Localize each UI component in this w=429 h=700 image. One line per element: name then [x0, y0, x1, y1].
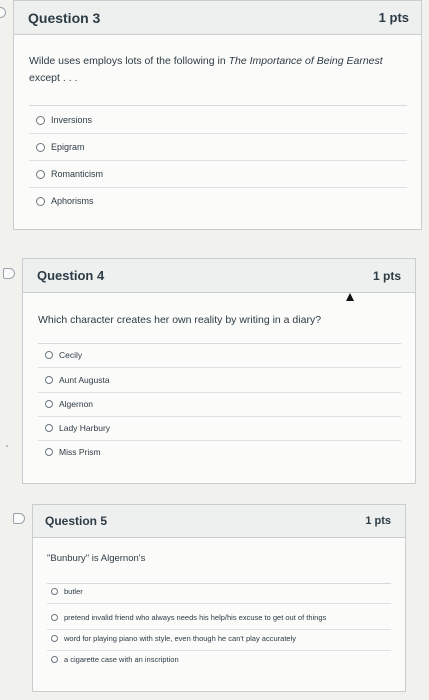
answer-divider: [38, 367, 401, 368]
question-3-flag-icon[interactable]: [0, 7, 6, 18]
answer-label: Algernon: [59, 399, 94, 409]
radio-button[interactable]: [36, 169, 45, 179]
answer-divider: [29, 187, 407, 188]
answer-divider: [29, 160, 407, 161]
radio-button[interactable]: [36, 196, 45, 206]
question-4-answer[interactable]: Lady Harbury: [45, 423, 110, 433]
question-5-card: Question 5 1 pts "Bunbury" is Algernon's…: [32, 504, 406, 692]
mouse-pointer-icon: [346, 293, 354, 301]
radio-button[interactable]: [45, 424, 53, 432]
radio-button[interactable]: [36, 115, 45, 125]
radio-button[interactable]: [51, 588, 58, 595]
radio-button[interactable]: [51, 635, 58, 642]
question-5-answer[interactable]: butler: [51, 587, 83, 596]
question-3-answer[interactable]: Aphorisms: [36, 196, 94, 206]
answer-label: Lady Harbury: [59, 423, 111, 433]
question-3-answer[interactable]: Inversions: [36, 115, 92, 125]
answer-label: pretend invalid friend who always needs …: [64, 613, 327, 622]
question-5-text: "Bunbury" is Algernon's: [47, 553, 146, 564]
answer-label: butler: [64, 587, 83, 596]
radio-button[interactable]: [51, 656, 58, 663]
question-4-divider: [38, 343, 401, 344]
question-3-points: 1 pts: [378, 10, 409, 25]
question-4-answer[interactable]: Miss Prism: [45, 447, 101, 457]
question-4-answer[interactable]: Algernon: [45, 399, 93, 409]
question-3-text: Wilde uses employs lots of the following…: [29, 55, 383, 84]
question-5-points: 1 pts: [365, 515, 391, 527]
question-4-points: 1 pts: [372, 268, 401, 283]
answer-label: a cigarette case with an inscription: [64, 655, 179, 664]
radio-button[interactable]: [45, 376, 53, 384]
question-3-divider: [29, 105, 407, 106]
question-4-card: Question 4 1 pts Which character creates…: [22, 258, 416, 484]
radio-button[interactable]: [45, 448, 53, 456]
question-5-answer[interactable]: word for playing piano with style, even …: [51, 634, 296, 643]
answer-label: Miss Prism: [59, 447, 101, 457]
question-4-answer[interactable]: Cecily: [45, 350, 82, 360]
question-5-answer[interactable]: a cigarette case with an inscription: [51, 655, 179, 664]
question-3-title: Question 3: [28, 9, 101, 26]
question-3-answer[interactable]: Romanticism: [36, 169, 103, 179]
radio-button[interactable]: [36, 142, 45, 152]
question-3-text-italic: The Importance of Being Earnest: [228, 55, 383, 67]
question-5-title: Question 5: [45, 514, 108, 528]
answer-label: Aphorisms: [51, 196, 94, 206]
question-4-title: Question 4: [37, 268, 105, 283]
answer-label: Epigram: [51, 142, 85, 152]
question-4-flag-icon[interactable]: [3, 268, 15, 279]
question-4-text: Which character creates her own reality …: [38, 314, 322, 326]
radio-button[interactable]: [45, 351, 53, 359]
question-5-answer[interactable]: pretend invalid friend who always needs …: [51, 613, 326, 622]
question-3-header: Question 3 1 pts: [14, 1, 421, 35]
question-5-divider: [47, 583, 391, 584]
answer-divider: [29, 133, 407, 134]
answer-label: Aunt Augusta: [59, 375, 110, 385]
radio-button[interactable]: [51, 614, 58, 621]
answer-divider: [38, 392, 401, 393]
answer-label: word for playing piano with style, even …: [64, 634, 296, 643]
question-5-header: Question 5 1 pts: [33, 505, 405, 538]
question-4-answer[interactable]: Aunt Augusta: [45, 375, 110, 385]
answer-divider: [38, 416, 401, 417]
question-3-card: Question 3 1 pts Wilde uses employs lots…: [13, 0, 422, 230]
question-5-flag-icon[interactable]: [13, 513, 25, 524]
answer-label: Romanticism: [51, 169, 104, 179]
answer-label: Inversions: [51, 115, 93, 125]
answer-divider: [47, 650, 391, 651]
answer-label: Cecily: [59, 350, 83, 360]
answer-divider: [47, 629, 391, 630]
question-4-header: Question 4 1 pts: [23, 259, 415, 293]
question-3-answer[interactable]: Epigram: [36, 142, 85, 152]
answer-divider: [47, 603, 391, 604]
background-speck: [6, 445, 8, 447]
answer-divider: [38, 440, 401, 441]
radio-button[interactable]: [45, 400, 53, 408]
